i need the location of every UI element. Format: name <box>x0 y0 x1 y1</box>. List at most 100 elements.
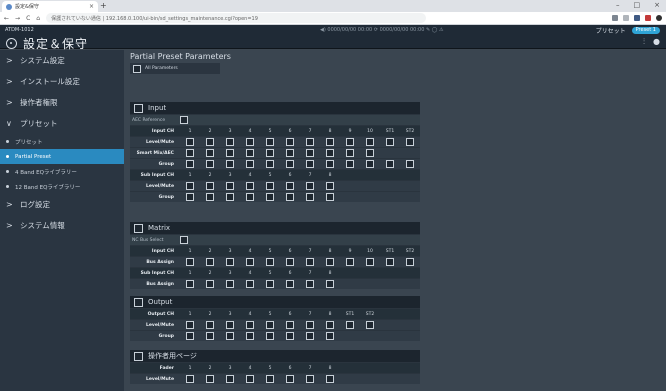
checkbox[interactable] <box>206 138 214 146</box>
checkbox[interactable] <box>306 321 314 329</box>
sidebar-subitem-4band-eq[interactable]: 4 Band EQライブラリー <box>0 164 124 179</box>
checkbox[interactable] <box>366 138 374 146</box>
operator-group-header[interactable]: 操作者用ページ <box>130 350 420 362</box>
checkbox[interactable] <box>346 160 354 168</box>
checkbox[interactable] <box>306 280 314 288</box>
all-parameters-toggle[interactable]: All Parameters <box>130 63 220 74</box>
checkbox[interactable] <box>226 280 234 288</box>
checkbox[interactable] <box>133 64 141 73</box>
checkbox[interactable] <box>286 375 294 383</box>
checkbox[interactable] <box>186 138 194 146</box>
checkbox[interactable] <box>266 258 274 266</box>
star-icon[interactable] <box>623 15 629 21</box>
preset-badge[interactable]: Preset 1 <box>631 27 660 34</box>
checkbox[interactable] <box>386 258 394 266</box>
checkbox[interactable] <box>226 160 234 168</box>
checkbox[interactable] <box>366 321 374 329</box>
checkbox[interactable] <box>306 193 314 201</box>
tab-close-icon[interactable]: × <box>89 3 94 10</box>
checkbox[interactable] <box>326 258 334 266</box>
checkbox[interactable] <box>326 375 334 383</box>
checkbox[interactable] <box>206 280 214 288</box>
checkbox[interactable] <box>206 375 214 383</box>
checkbox[interactable] <box>226 149 234 157</box>
checkbox[interactable] <box>246 321 254 329</box>
checkbox[interactable] <box>246 182 254 190</box>
checkbox[interactable] <box>346 258 354 266</box>
checkbox[interactable] <box>286 160 294 168</box>
checkbox[interactable] <box>186 149 194 157</box>
sidebar-subitem-12band-eq[interactable]: 12 Band EQライブラリー <box>0 179 124 194</box>
checkbox[interactable] <box>186 258 194 266</box>
checkbox[interactable] <box>180 236 188 244</box>
checkbox[interactable] <box>326 193 334 201</box>
checkbox[interactable] <box>306 375 314 383</box>
checkbox[interactable] <box>326 280 334 288</box>
checkbox[interactable] <box>366 149 374 157</box>
checkbox[interactable] <box>246 258 254 266</box>
checkbox[interactable] <box>286 280 294 288</box>
checkbox[interactable] <box>266 160 274 168</box>
checkbox[interactable] <box>346 149 354 157</box>
home-button[interactable]: ⌂ <box>36 15 40 22</box>
profile-icon[interactable] <box>656 15 662 21</box>
matrix-group-header[interactable]: Matrix <box>130 222 420 234</box>
sidebar-item-system-info[interactable]: > システム情報 <box>0 215 124 236</box>
checkbox[interactable] <box>306 332 314 340</box>
maximize-button[interactable]: □ <box>634 1 641 9</box>
checkbox[interactable] <box>134 223 143 233</box>
checkbox[interactable] <box>246 138 254 146</box>
checkbox[interactable] <box>366 258 374 266</box>
checkbox[interactable] <box>186 375 194 383</box>
checkbox[interactable] <box>366 160 374 168</box>
checkbox[interactable] <box>206 193 214 201</box>
user-icon[interactable]: ● <box>653 37 660 47</box>
sidebar-item-operator-permissions[interactable]: > 操作者権限 <box>0 92 124 113</box>
sidebar-subitem-preset[interactable]: プリセット <box>0 134 124 149</box>
checkbox[interactable] <box>286 332 294 340</box>
mixer-icon[interactable]: ⫶ <box>643 37 645 47</box>
checkbox[interactable] <box>306 138 314 146</box>
checkbox[interactable] <box>226 332 234 340</box>
checkbox[interactable] <box>266 182 274 190</box>
checkbox[interactable] <box>326 182 334 190</box>
checkbox[interactable] <box>266 280 274 288</box>
url-field[interactable]: 保護されていない通信 | 192.168.0.100/ui-bin/sd_set… <box>46 13 427 23</box>
checkbox[interactable] <box>266 332 274 340</box>
extension-icon[interactable] <box>634 15 640 21</box>
checkbox[interactable] <box>286 138 294 146</box>
checkbox[interactable] <box>306 149 314 157</box>
checkbox[interactable] <box>186 193 194 201</box>
checkbox[interactable] <box>246 332 254 340</box>
checkbox[interactable] <box>386 160 394 168</box>
checkbox[interactable] <box>326 149 334 157</box>
checkbox[interactable] <box>226 375 234 383</box>
checkbox[interactable] <box>134 297 143 307</box>
checkbox[interactable] <box>226 321 234 329</box>
checkbox[interactable] <box>186 321 194 329</box>
sidebar-subitem-partial-preset[interactable]: Partial Preset <box>0 149 124 164</box>
checkbox[interactable] <box>206 149 214 157</box>
checkbox[interactable] <box>186 182 194 190</box>
checkbox[interactable] <box>266 138 274 146</box>
checkbox[interactable] <box>286 193 294 201</box>
checkbox[interactable] <box>326 160 334 168</box>
checkbox[interactable] <box>246 149 254 157</box>
checkbox[interactable] <box>134 351 143 361</box>
checkbox[interactable] <box>226 182 234 190</box>
sidebar-item-system-settings[interactable]: > システム設定 <box>0 50 124 71</box>
extension-icon[interactable] <box>645 15 651 21</box>
output-group-header[interactable]: Output <box>130 296 420 308</box>
sidebar-item-log-settings[interactable]: > ログ設定 <box>0 194 124 215</box>
checkbox[interactable] <box>286 182 294 190</box>
back-button[interactable]: ← <box>4 15 9 22</box>
checkbox[interactable] <box>306 258 314 266</box>
checkbox[interactable] <box>346 321 354 329</box>
checkbox[interactable] <box>406 160 414 168</box>
sidebar-item-preset[interactable]: ∨ プリセット <box>0 113 124 134</box>
checkbox[interactable] <box>406 258 414 266</box>
checkbox[interactable] <box>286 258 294 266</box>
checkbox[interactable] <box>186 160 194 168</box>
checkbox[interactable] <box>266 149 274 157</box>
new-tab-button[interactable]: + <box>100 1 107 10</box>
